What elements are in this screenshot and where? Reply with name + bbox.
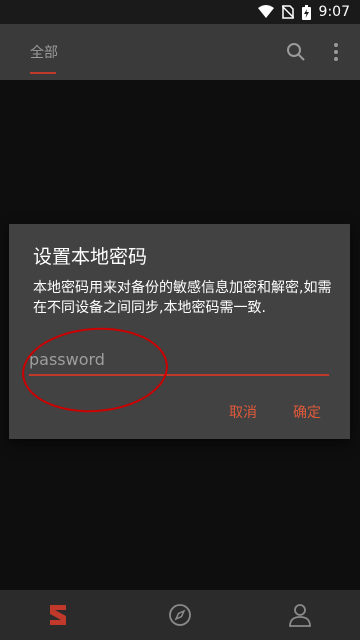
battery-icon (301, 4, 311, 20)
status-bar: 9:07 (0, 0, 360, 24)
bottom-nav (0, 590, 360, 640)
clock: 9:07 (318, 4, 350, 20)
no-sim-icon (281, 5, 294, 19)
logo-icon[interactable] (46, 603, 70, 631)
compass-icon[interactable] (168, 603, 192, 631)
more-vertical-icon[interactable] (333, 42, 339, 66)
wifi-icon (257, 5, 274, 19)
dialog-title: 设置本地密码 (33, 246, 148, 268)
ok-button[interactable]: 确定 (293, 402, 321, 422)
tab-indicator (30, 72, 56, 74)
person-icon[interactable] (288, 603, 312, 631)
cancel-button[interactable]: 取消 (229, 402, 257, 422)
app-bar: 全部 (0, 24, 360, 80)
dialog-message: 本地密码用来对备份的敏感信息加密和解密,如需在不同设备之间同步,本地密码需一致. (33, 280, 332, 316)
tab-all[interactable]: 全部 (30, 42, 58, 62)
search-icon[interactable] (286, 42, 306, 66)
